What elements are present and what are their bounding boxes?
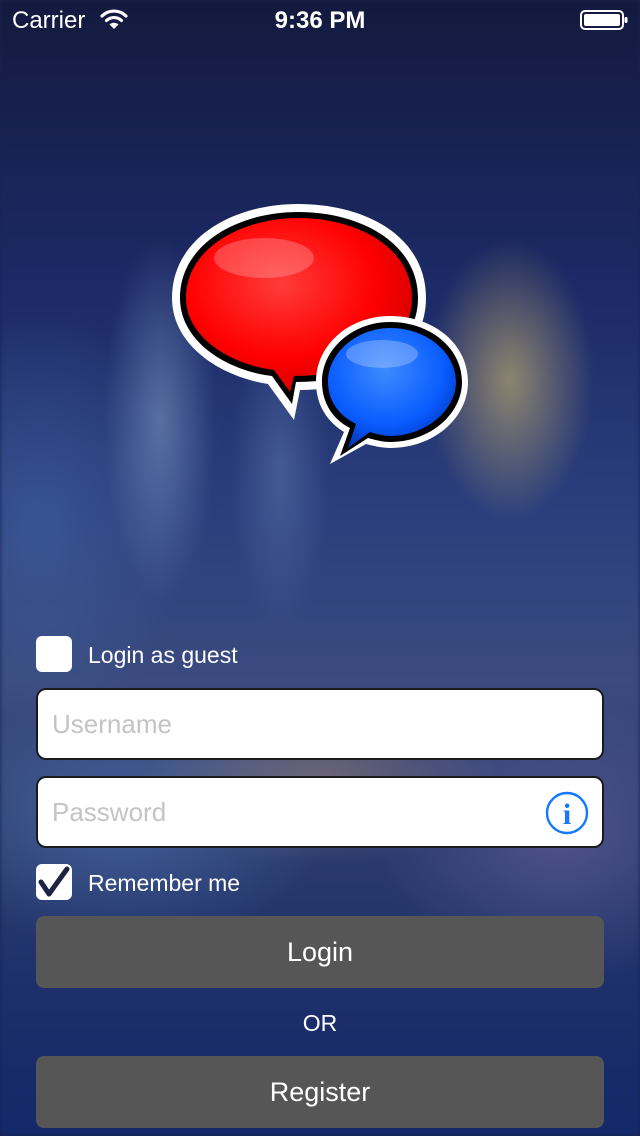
login-button[interactable]: Login [36, 916, 604, 988]
status-bar: Carrier 9:36 PM [0, 0, 640, 40]
password-field[interactable] [36, 776, 604, 848]
info-icon[interactable]: i [545, 791, 589, 835]
remember-me-label: Remember me [88, 870, 241, 896]
username-field[interactable] [36, 688, 604, 760]
battery-icon [580, 10, 628, 30]
guest-label: Login as guest [88, 642, 238, 668]
svg-text:i: i [563, 798, 571, 831]
checkmark-icon [38, 866, 70, 897]
guest-checkbox[interactable] [36, 636, 72, 672]
clock: 9:36 PM [274, 7, 366, 34]
chat-bubbles-icon [172, 204, 468, 464]
remember-me-checkbox[interactable] [36, 864, 72, 900]
or-separator: OR [302, 1010, 338, 1036]
register-button[interactable]: Register [36, 1056, 604, 1128]
